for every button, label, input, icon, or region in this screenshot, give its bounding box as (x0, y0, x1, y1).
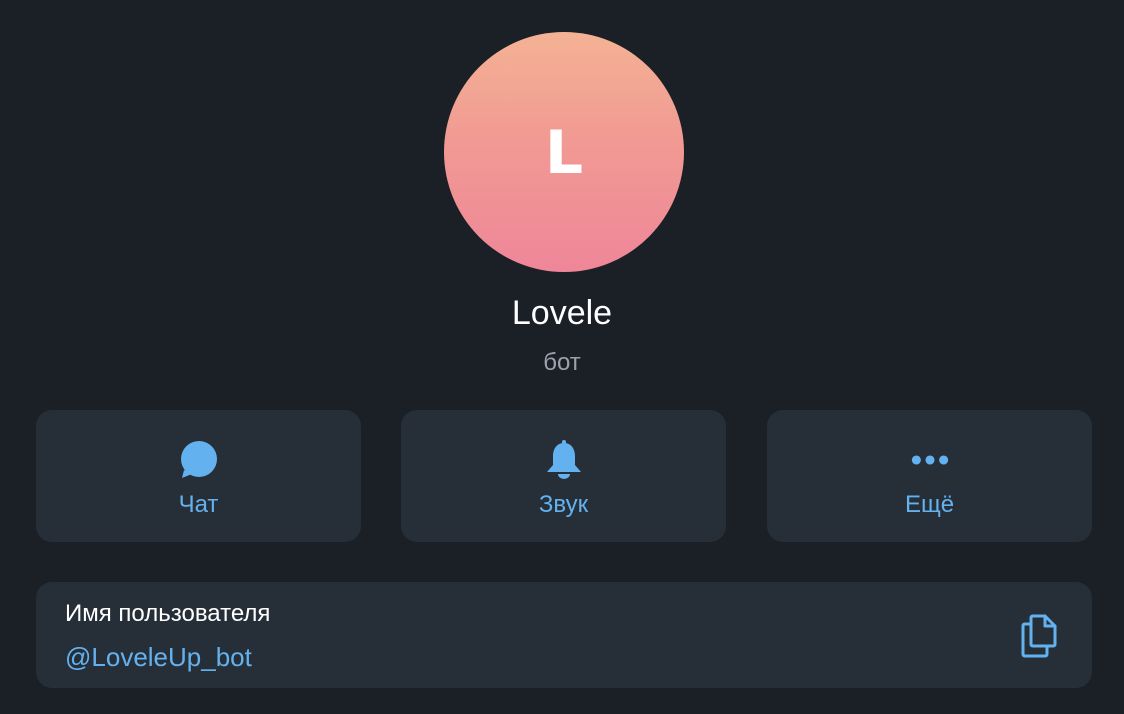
more-button-label: Ещё (904, 491, 955, 518)
profile-name: Lovele (511, 294, 613, 332)
chat-button[interactable]: Чат (36, 410, 361, 542)
profile-avatar[interactable]: L (444, 32, 684, 272)
chat-bubble-icon (179, 440, 219, 480)
bell-icon (544, 440, 584, 480)
sound-button[interactable]: Звук (401, 410, 726, 542)
chat-button-label: Чат (178, 491, 219, 518)
username-label: Имя пользователя (65, 600, 271, 627)
username-card[interactable]: Имя пользователя @LoveleUp_bot (36, 582, 1092, 688)
sound-button-label: Звук (538, 491, 589, 518)
copy-icon[interactable] (1018, 612, 1062, 658)
more-dots-icon (910, 440, 950, 480)
avatar-initial: L (544, 118, 584, 188)
more-button[interactable]: Ещё (767, 410, 1092, 542)
username-value[interactable]: @LoveleUp_bot (65, 641, 252, 673)
profile-subtitle: бот (543, 349, 581, 376)
